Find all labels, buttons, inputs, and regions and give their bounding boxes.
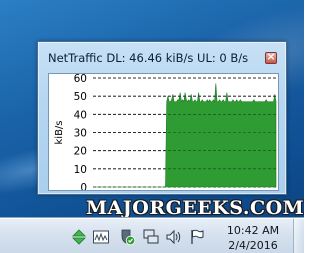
traffic-chart: 0 10 20 30 40 50 60 kiB/s <box>48 73 279 191</box>
y-tick-label: 10 <box>74 164 87 176</box>
y-tick-label: 30 <box>74 128 87 140</box>
desktop-background: NetTraffic DL: 46.46 kiB/s UL: 0 B/s × 0… <box>0 0 304 253</box>
volume-icon[interactable] <box>165 228 183 246</box>
network-icon[interactable] <box>142 228 160 246</box>
clock-time: 10:42 AM <box>226 224 280 237</box>
action-center-flag-icon[interactable] <box>188 228 206 246</box>
nettraffic-gadget-window[interactable]: NetTraffic DL: 46.46 kiB/s UL: 0 B/s × 0… <box>37 41 287 195</box>
show-desktop-button[interactable] <box>293 219 304 253</box>
y-tick-label: 50 <box>74 91 87 103</box>
nettraffic-tray-icon[interactable] <box>92 228 110 246</box>
traffic-chart-svg: 0 10 20 30 40 50 60 kiB/s <box>54 74 277 190</box>
taskbar: 10:42 AM 2/4/2016 <box>0 218 304 253</box>
watermark-text: MAJORGEEKS.COM <box>86 197 304 219</box>
gadget-title: NetTraffic DL: 46.46 kiB/s UL: 0 B/s <box>48 51 249 65</box>
close-button[interactable]: × <box>265 50 277 64</box>
safely-remove-hardware-icon[interactable] <box>70 228 88 246</box>
y-tick-label: 60 <box>74 74 87 85</box>
close-icon: × <box>266 50 276 63</box>
security-shield-icon[interactable] <box>118 228 136 246</box>
y-axis-label: kiB/s <box>54 120 65 144</box>
y-tick-label: 0 <box>80 182 87 190</box>
y-tick-label: 20 <box>74 146 87 158</box>
y-tick-label: 40 <box>74 109 87 121</box>
clock-date: 2/4/2016 <box>228 239 278 252</box>
taskbar-clock[interactable]: 10:42 AM 2/4/2016 <box>223 223 283 253</box>
